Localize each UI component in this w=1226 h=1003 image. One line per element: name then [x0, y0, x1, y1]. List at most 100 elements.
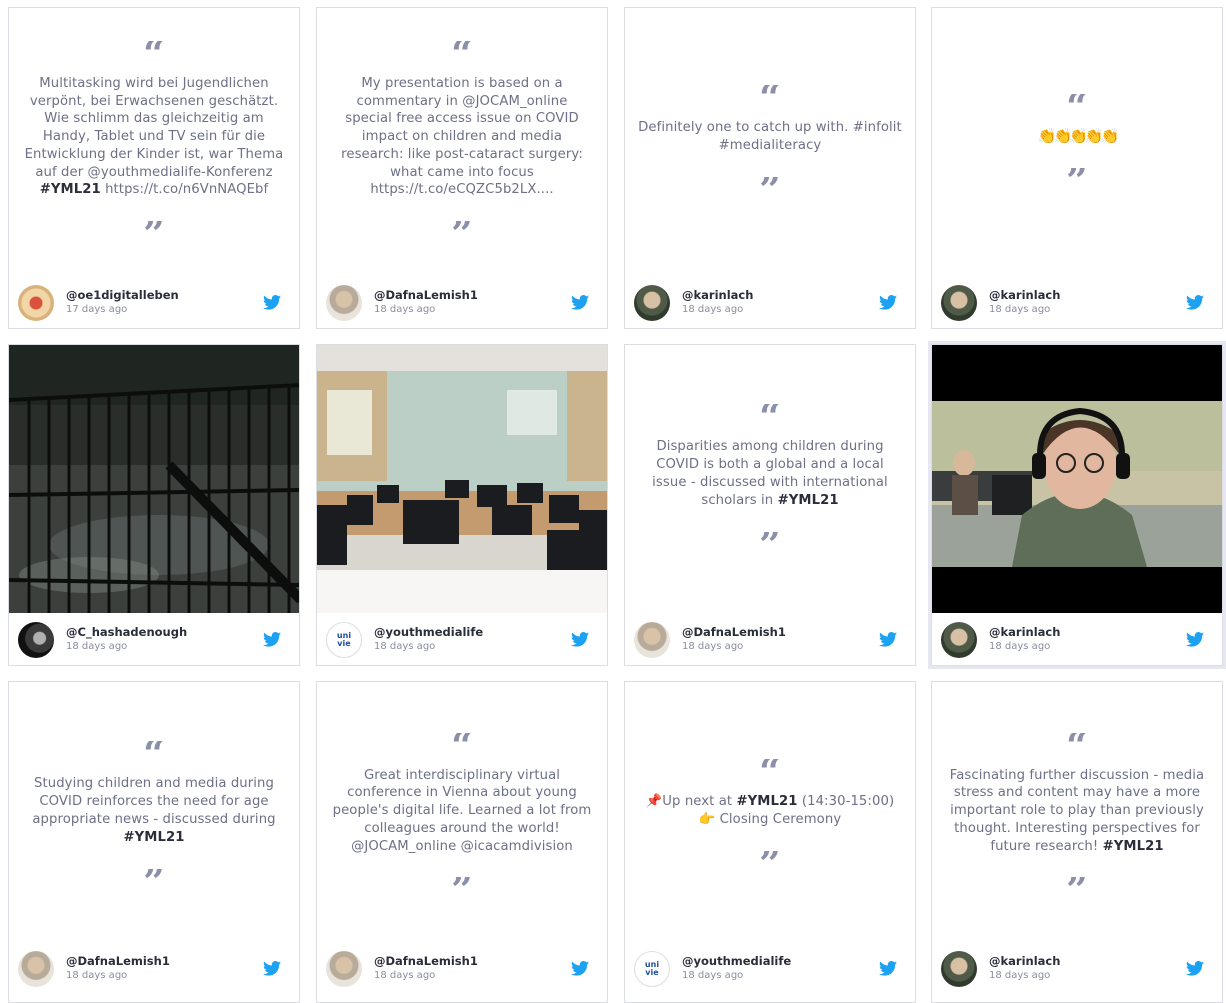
username-link[interactable]: @youthmedialife: [682, 954, 791, 968]
tweet-footer: @C_hashadenough 18 days ago: [9, 615, 299, 665]
username-link[interactable]: @karinlach: [682, 288, 753, 302]
tweet-footer: @karinlach 18 days ago: [932, 615, 1222, 665]
username-link[interactable]: @DafnaLemish1: [682, 625, 786, 639]
open-quote-icon: “: [451, 732, 473, 759]
twitter-icon[interactable]: [1186, 632, 1204, 647]
twitter-icon[interactable]: [571, 295, 589, 310]
username-link[interactable]: @DafnaLemish1: [374, 954, 478, 968]
open-quote-icon: “: [1066, 94, 1088, 121]
timestamp: 18 days ago: [374, 641, 436, 652]
twitter-icon[interactable]: [263, 295, 281, 310]
username-link[interactable]: @DafnaLemish1: [66, 954, 170, 968]
tweet-card[interactable]: @C_hashadenough 18 days ago: [8, 344, 300, 666]
username-link[interactable]: @karinlach: [989, 625, 1060, 639]
tweet-footer: uni vie @youthmedialife 18 days ago: [317, 615, 607, 665]
tweet-card[interactable]: @karinlach 18 days ago: [928, 341, 1226, 669]
timestamp: 18 days ago: [989, 641, 1051, 652]
username-link[interactable]: @oe1digitalleben: [66, 288, 179, 302]
tweet-image[interactable]: [9, 345, 299, 613]
twitter-icon[interactable]: [1186, 961, 1204, 976]
tweet-footer: @oe1digitalleben 17 days ago: [9, 278, 299, 328]
open-quote-icon: “: [1066, 732, 1088, 759]
timestamp: 18 days ago: [66, 970, 128, 981]
open-quote-icon: “: [451, 40, 473, 67]
twitter-icon[interactable]: [879, 632, 897, 647]
timestamp: 18 days ago: [682, 641, 744, 652]
tweet-image[interactable]: [932, 345, 1222, 613]
avatar[interactable]: [18, 622, 54, 658]
avatar[interactable]: [941, 285, 977, 321]
avatar[interactable]: [18, 285, 54, 321]
tweet-card[interactable]: “ My presentation is based on a commenta…: [316, 7, 608, 329]
tweet-card[interactable]: “ 👏👏👏👏👏 ” @karinlach 18 days ago: [931, 7, 1223, 329]
timestamp: 18 days ago: [682, 304, 744, 315]
close-quote-icon: ”: [759, 850, 781, 877]
open-quote-icon: “: [759, 85, 781, 112]
tweet-text: Studying children and media during COVID…: [32, 776, 276, 845]
username-link[interactable]: @karinlach: [989, 954, 1060, 968]
twitter-icon[interactable]: [1186, 295, 1204, 310]
timestamp: 17 days ago: [66, 304, 128, 315]
open-quote-icon: “: [143, 40, 165, 67]
twitter-icon[interactable]: [571, 961, 589, 976]
tweet-card[interactable]: “ Great interdisciplinary virtual confer…: [316, 681, 608, 1003]
avatar[interactable]: [941, 622, 977, 658]
tweet-footer: uni vie @youthmedialife 18 days ago: [625, 944, 915, 994]
twitter-icon[interactable]: [263, 632, 281, 647]
avatar[interactable]: [326, 285, 362, 321]
avatar[interactable]: uni vie: [326, 622, 362, 658]
univie-logo-icon: uni vie: [336, 631, 352, 648]
tweet-card[interactable]: “ Multitasking wird bei Jugendlichen ver…: [8, 7, 300, 329]
close-quote-icon: ”: [759, 531, 781, 558]
tweet-footer: @DafnaLemish1 18 days ago: [317, 944, 607, 994]
tweet-footer: @karinlach 18 days ago: [932, 944, 1222, 994]
tweet-text: 📌Up next at #YML21 (14:30-15:00) 👉 Closi…: [645, 794, 895, 827]
avatar[interactable]: [18, 951, 54, 987]
close-quote-icon: ”: [451, 877, 473, 904]
twitter-icon[interactable]: [263, 961, 281, 976]
close-quote-icon: ”: [1066, 877, 1088, 904]
tweet-footer: @karinlach 18 days ago: [932, 278, 1222, 328]
avatar[interactable]: [326, 951, 362, 987]
username-link[interactable]: @karinlach: [989, 288, 1060, 302]
avatar[interactable]: [634, 285, 670, 321]
tweet-text: Great interdisciplinary virtual conferen…: [332, 767, 592, 854]
tweet-text: Multitasking wird bei Jugendlichen verpö…: [24, 75, 284, 198]
tweet-footer: @DafnaLemish1 18 days ago: [317, 278, 607, 328]
river-bridge-photo: [9, 345, 299, 613]
tweet-card[interactable]: “ Definitely one to catch up with. #info…: [624, 7, 916, 329]
tweet-footer: @DafnaLemish1 18 days ago: [625, 615, 915, 665]
open-quote-icon: “: [143, 741, 165, 768]
close-quote-icon: ”: [759, 176, 781, 203]
tweet-footer: @karinlach 18 days ago: [625, 278, 915, 328]
tweet-text: Definitely one to catch up with. #infoli…: [638, 120, 902, 153]
univie-logo-icon: uni vie: [644, 960, 660, 977]
tweet-footer: @DafnaLemish1 18 days ago: [9, 944, 299, 994]
tweet-text: Fascinating further discussion - media s…: [949, 767, 1205, 854]
tweet-image[interactable]: [317, 345, 607, 613]
tweet-card[interactable]: “ Fascinating further discussion - media…: [931, 681, 1223, 1003]
video-call-photo: [932, 345, 1222, 613]
tweet-card[interactable]: uni vie @youthmedialife 18 days ago: [316, 344, 608, 666]
timestamp: 18 days ago: [989, 304, 1051, 315]
tweet-text: Disparities among children during COVID …: [652, 439, 888, 508]
timestamp: 18 days ago: [374, 304, 436, 315]
username-link[interactable]: @youthmedialife: [374, 625, 483, 639]
twitter-icon[interactable]: [571, 632, 589, 647]
tweet-card[interactable]: “ Studying children and media during COV…: [8, 681, 300, 1003]
timestamp: 18 days ago: [66, 641, 128, 652]
avatar[interactable]: [941, 951, 977, 987]
username-link[interactable]: @DafnaLemish1: [374, 288, 478, 302]
tweet-text: 👏👏👏👏👏: [1037, 127, 1119, 146]
twitter-icon[interactable]: [879, 961, 897, 976]
avatar[interactable]: [634, 622, 670, 658]
avatar[interactable]: uni vie: [634, 951, 670, 987]
timestamp: 18 days ago: [682, 970, 744, 981]
username-link[interactable]: @C_hashadenough: [66, 625, 187, 639]
tweet-card[interactable]: “ Disparities among children during COVI…: [624, 344, 916, 666]
timestamp: 18 days ago: [989, 970, 1051, 981]
twitter-icon[interactable]: [879, 295, 897, 310]
tweet-card[interactable]: “ 📌Up next at #YML21 (14:30-15:00) 👉 Clo…: [624, 681, 916, 1003]
tweet-text: My presentation is based on a commentary…: [341, 75, 583, 198]
open-quote-icon: “: [759, 759, 781, 786]
